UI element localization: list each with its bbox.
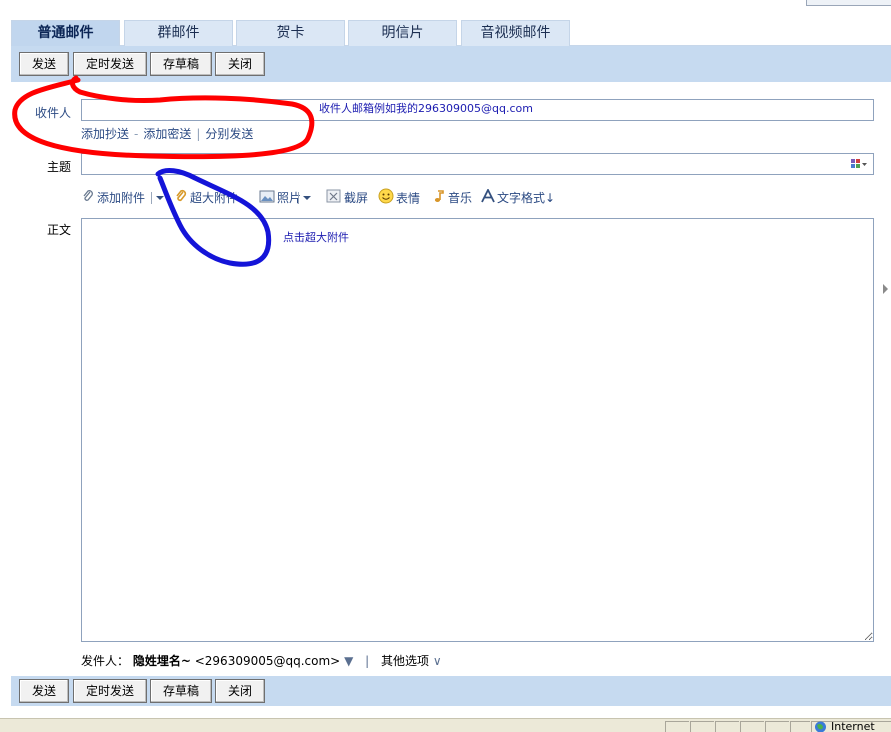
tab-bar: 普通邮件 群邮件 贺卡 明信片 音视频邮件 bbox=[11, 12, 891, 47]
close-button[interactable]: 关闭 bbox=[215, 679, 265, 703]
status-cell bbox=[715, 721, 739, 732]
toolbar-divider bbox=[151, 192, 152, 204]
text-format-button[interactable]: 文字格式↓ bbox=[481, 187, 556, 209]
body-editor[interactable] bbox=[81, 218, 874, 642]
window-top-edge bbox=[806, 0, 891, 6]
send-button[interactable]: 发送 bbox=[19, 679, 69, 703]
status-cell bbox=[765, 721, 789, 732]
add-attachment-button[interactable]: 添加附件 bbox=[81, 188, 145, 209]
super-attachment-button[interactable]: 超大附件 bbox=[174, 188, 238, 209]
side-panel-expand-icon[interactable] bbox=[883, 284, 888, 294]
add-cc-link[interactable]: 添加抄送 bbox=[81, 127, 129, 141]
bottom-toolbar: 发送 定时发送 存草稿 关闭 bbox=[11, 676, 891, 706]
send-button[interactable]: 发送 bbox=[19, 52, 69, 76]
text-format-label: 文字格式↓ bbox=[497, 191, 556, 205]
close-button[interactable]: 关闭 bbox=[215, 52, 265, 76]
tab-postcard[interactable]: 明信片 bbox=[348, 20, 457, 46]
attachment-dropdown[interactable] bbox=[154, 188, 166, 214]
super-attach-hint-annotation: 点击超大附件 bbox=[283, 231, 349, 244]
recipient-label[interactable]: 收件人 bbox=[21, 104, 71, 121]
status-cell bbox=[740, 721, 764, 732]
save-draft-button[interactable]: 存草稿 bbox=[150, 52, 212, 76]
photo-icon bbox=[259, 189, 275, 209]
status-cell bbox=[690, 721, 714, 732]
scheduled-send-button[interactable]: 定时发送 bbox=[73, 679, 147, 703]
sender-label: 发件人： bbox=[81, 654, 130, 668]
large-paperclip-icon bbox=[174, 189, 188, 209]
recipient-links: 添加抄送 - 添加密送 | 分别发送 bbox=[81, 125, 253, 142]
tab-normal-mail[interactable]: 普通邮件 bbox=[11, 20, 120, 47]
other-options-chevron-icon[interactable]: ∨ bbox=[433, 654, 442, 668]
super-attachment-label: 超大附件 bbox=[190, 191, 239, 205]
smiley-icon bbox=[378, 188, 394, 210]
compose-panel: 普通邮件 群邮件 贺卡 明信片 音视频邮件 发送 定时发送 存草稿 关闭 收件人… bbox=[11, 12, 891, 718]
globe-icon bbox=[815, 721, 826, 732]
status-cell bbox=[665, 721, 689, 732]
body-label: 正文 bbox=[46, 223, 71, 237]
music-button[interactable]: 音乐 bbox=[432, 188, 472, 209]
sender-dropdown-icon[interactable]: ▼ bbox=[344, 654, 353, 668]
scheduled-send-button[interactable]: 定时发送 bbox=[73, 52, 147, 76]
save-draft-button[interactable]: 存草稿 bbox=[150, 679, 212, 703]
dropdown-arrow-icon bbox=[156, 196, 164, 200]
status-bar: Internet bbox=[0, 718, 891, 732]
recipient-hint-annotation: 收件人邮箱例如我的296309005@qq.com bbox=[319, 102, 533, 115]
text-format-icon bbox=[481, 187, 495, 209]
add-bcc-link[interactable]: 添加密送 bbox=[143, 127, 191, 141]
sender-row: 发件人： 隐姓埋名~ <296309005@qq.com> ▼ | 其他选项 ∨ bbox=[81, 652, 442, 669]
emoji-button[interactable]: 表情 bbox=[378, 188, 420, 210]
subject-field bbox=[81, 153, 874, 175]
toolbar-divider bbox=[298, 192, 299, 204]
scissors-icon bbox=[326, 189, 342, 209]
separate-send-link[interactable]: 分别发送 bbox=[205, 127, 253, 141]
tab-greeting-card[interactable]: 贺卡 bbox=[236, 20, 345, 46]
link-separator: - bbox=[134, 127, 139, 141]
window-top-frame bbox=[0, 0, 891, 12]
emoji-label: 表情 bbox=[396, 191, 421, 206]
other-options-link[interactable]: 其他选项 bbox=[381, 654, 429, 668]
tab-av-mail[interactable]: 音视频邮件 bbox=[461, 20, 570, 46]
add-attachment-label: 添加附件 bbox=[97, 191, 146, 205]
subject-input[interactable] bbox=[82, 154, 842, 174]
tab-group-mail[interactable]: 群邮件 bbox=[124, 20, 233, 46]
sender-divider: | bbox=[365, 654, 370, 668]
screenshot-label: 截屏 bbox=[344, 191, 369, 205]
music-label: 音乐 bbox=[448, 191, 473, 205]
subject-label: 主题 bbox=[46, 160, 71, 174]
paperclip-icon bbox=[81, 189, 95, 209]
status-cell bbox=[790, 721, 810, 732]
security-zone-label: Internet bbox=[831, 720, 875, 732]
link-separator: | bbox=[196, 127, 201, 141]
top-toolbar: 发送 定时发送 存草稿 关闭 bbox=[11, 46, 891, 82]
sender-email[interactable]: <296309005@qq.com> bbox=[195, 654, 341, 668]
photo-dropdown[interactable] bbox=[301, 188, 313, 214]
dropdown-arrow-icon bbox=[303, 196, 311, 200]
sender-name: 隐姓埋名~ bbox=[132, 654, 191, 668]
subject-style-picker-icon[interactable] bbox=[850, 157, 868, 171]
screenshot-button[interactable]: 截屏 bbox=[326, 188, 368, 209]
music-note-icon bbox=[432, 189, 446, 209]
photo-button[interactable]: 照片 bbox=[259, 188, 301, 209]
